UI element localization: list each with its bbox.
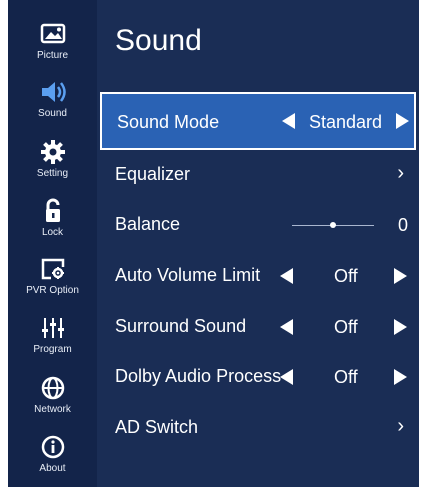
sidebar-item-setting[interactable]: Setting bbox=[8, 138, 97, 194]
pvr-icon bbox=[41, 258, 64, 280]
sidebar-item-label: Program bbox=[33, 344, 72, 355]
surround-sound-next-arrow[interactable] bbox=[394, 319, 407, 335]
balance-label: Balance bbox=[115, 214, 181, 234]
sidebar-item-picture[interactable]: Picture bbox=[8, 20, 97, 76]
sidebar-item-label: Network bbox=[34, 404, 71, 415]
auto-volume-limit-label: Auto Volume Limit bbox=[115, 265, 261, 285]
sidebar-nav: Picture Sound Setting Lock PVR Option Pr… bbox=[8, 0, 97, 487]
program-sliders-icon bbox=[41, 318, 64, 338]
surround-sound-prev-arrow[interactable] bbox=[280, 319, 293, 335]
ad-switch-chevron-icon: › bbox=[397, 415, 404, 437]
speaker-icon bbox=[41, 82, 66, 102]
sidebar-item-network[interactable]: Network bbox=[8, 374, 97, 430]
dolby-audio-process-label: Dolby Audio Process bbox=[115, 366, 282, 386]
balance-slider-knob[interactable] bbox=[330, 222, 336, 228]
globe-icon bbox=[41, 376, 64, 400]
surround-sound-row[interactable]: Surround Sound Off bbox=[100, 302, 416, 350]
sound-mode-next-arrow[interactable] bbox=[396, 113, 409, 129]
sidebar-item-label: About bbox=[39, 463, 66, 474]
balance-row[interactable]: Balance 0 bbox=[100, 200, 416, 248]
info-icon bbox=[41, 435, 64, 459]
sidebar-item-label: Setting bbox=[36, 168, 69, 179]
surround-sound-label: Surround Sound bbox=[115, 316, 247, 336]
sound-mode-value: Standard bbox=[309, 112, 383, 132]
surround-sound-value: Off bbox=[334, 317, 358, 337]
sidebar-item-sound[interactable]: Sound bbox=[8, 78, 97, 134]
balance-value: 0 bbox=[398, 215, 409, 235]
gear-icon bbox=[40, 140, 65, 164]
dolby-audio-process-value: Off bbox=[334, 367, 358, 387]
equalizer-chevron-icon: › bbox=[397, 162, 404, 184]
ad-switch-row[interactable]: AD Switch › bbox=[100, 403, 416, 451]
auto-volume-limit-value: Off bbox=[334, 266, 358, 286]
dolby-audio-process-row[interactable]: Dolby Audio Process Off bbox=[100, 352, 416, 400]
sound-mode-row[interactable]: Sound Mode Standard bbox=[100, 92, 416, 150]
lock-icon bbox=[45, 198, 60, 222]
sidebar-item-label: PVR Option bbox=[26, 285, 79, 296]
sound-mode-label: Sound Mode bbox=[117, 112, 220, 132]
auto-volume-limit-next-arrow[interactable] bbox=[394, 268, 407, 284]
equalizer-row[interactable]: Equalizer › bbox=[100, 150, 416, 198]
page-title: Sound bbox=[115, 24, 202, 57]
sidebar-item-program[interactable]: Program bbox=[8, 314, 97, 370]
sidebar-item-pvr-option[interactable]: PVR Option bbox=[8, 255, 97, 311]
auto-volume-limit-row[interactable]: Auto Volume Limit Off bbox=[100, 251, 416, 299]
ad-switch-label: AD Switch bbox=[115, 417, 199, 437]
sound-mode-prev-arrow[interactable] bbox=[282, 113, 295, 129]
dolby-audio-process-prev-arrow[interactable] bbox=[280, 369, 293, 385]
sidebar-item-label: Picture bbox=[36, 50, 69, 61]
sidebar-item-label: Lock bbox=[41, 227, 64, 238]
sidebar-item-lock[interactable]: Lock bbox=[8, 197, 97, 253]
dolby-audio-process-next-arrow[interactable] bbox=[394, 369, 407, 385]
picture-icon bbox=[40, 23, 65, 44]
sidebar-item-label: Sound bbox=[38, 108, 67, 119]
equalizer-label: Equalizer bbox=[115, 164, 191, 184]
auto-volume-limit-prev-arrow[interactable] bbox=[280, 268, 293, 284]
sidebar-item-about[interactable]: About bbox=[8, 433, 97, 489]
